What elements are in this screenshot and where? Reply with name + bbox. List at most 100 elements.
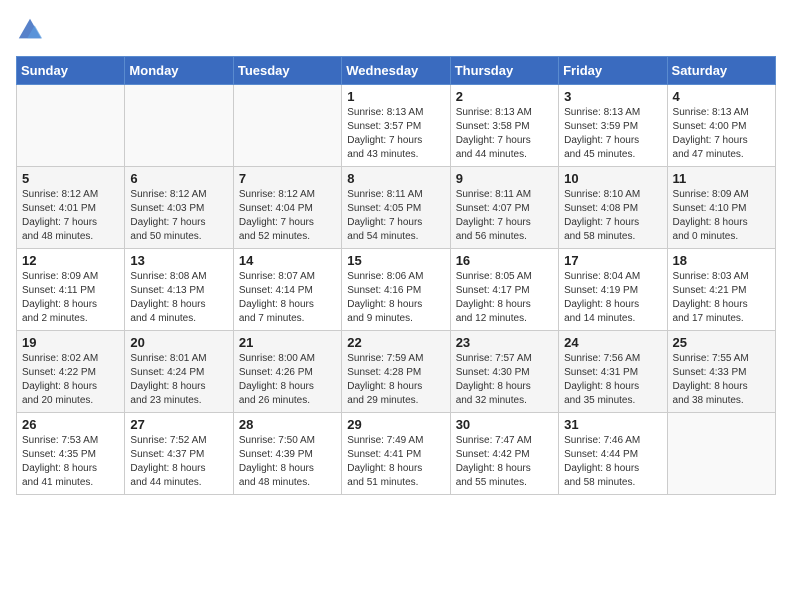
day-info: Sunrise: 7:46 AM Sunset: 4:44 PM Dayligh… [564, 434, 661, 490]
day-number: 19 [22, 335, 119, 350]
day-number: 13 [130, 253, 227, 268]
day-info: Sunrise: 7:57 AM Sunset: 4:30 PM Dayligh… [456, 352, 553, 408]
day-number: 8 [347, 171, 444, 186]
day-number: 7 [239, 171, 336, 186]
day-info: Sunrise: 8:13 AM Sunset: 3:58 PM Dayligh… [456, 106, 553, 162]
weekday-header-thursday: Thursday [450, 57, 558, 85]
calendar-cell: 15 Sunrise: 8:06 AM Sunset: 4:16 PM Dayli… [342, 249, 450, 331]
day-info: Sunrise: 8:01 AM Sunset: 4:24 PM Dayligh… [130, 352, 227, 408]
day-number: 22 [347, 335, 444, 350]
calendar-cell: 26 Sunrise: 7:53 AM Sunset: 4:35 PM Dayli… [17, 413, 125, 495]
calendar-cell [233, 85, 341, 167]
weekday-header-row: SundayMondayTuesdayWednesdayThursdayFrid… [17, 57, 776, 85]
day-info: Sunrise: 8:08 AM Sunset: 4:13 PM Dayligh… [130, 270, 227, 326]
day-info: Sunrise: 7:52 AM Sunset: 4:37 PM Dayligh… [130, 434, 227, 490]
calendar-cell [17, 85, 125, 167]
day-number: 12 [22, 253, 119, 268]
day-info: Sunrise: 7:49 AM Sunset: 4:41 PM Dayligh… [347, 434, 444, 490]
day-info: Sunrise: 8:03 AM Sunset: 4:21 PM Dayligh… [673, 270, 770, 326]
day-info: Sunrise: 7:59 AM Sunset: 4:28 PM Dayligh… [347, 352, 444, 408]
calendar-cell: 20Sunrise: 8:01 AM Sunset: 4:24 PM Dayli… [125, 331, 233, 413]
calendar-cell: 12 Sunrise: 8:09 AM Sunset: 4:11 PM Dayli… [17, 249, 125, 331]
day-info: Sunrise: 7:47 AM Sunset: 4:42 PM Dayligh… [456, 434, 553, 490]
day-number: 15 [347, 253, 444, 268]
day-number: 25 [673, 335, 770, 350]
day-info: Sunrise: 8:05 AM Sunset: 4:17 PM Dayligh… [456, 270, 553, 326]
weekday-header-sunday: Sunday [17, 57, 125, 85]
calendar-cell: 3Sunrise: 8:13 AM Sunset: 3:59 PM Daylig… [559, 85, 667, 167]
day-number: 26 [22, 417, 119, 432]
calendar-cell: 2 Sunrise: 8:13 AM Sunset: 3:58 PM Daylig… [450, 85, 558, 167]
calendar-cell: 23Sunrise: 7:57 AM Sunset: 4:30 PM Dayli… [450, 331, 558, 413]
day-number: 17 [564, 253, 661, 268]
day-number: 18 [673, 253, 770, 268]
week-row-2: 5 Sunrise: 8:12 AM Sunset: 4:01 PM Daylig… [17, 167, 776, 249]
week-row-5: 26 Sunrise: 7:53 AM Sunset: 4:35 PM Dayli… [17, 413, 776, 495]
calendar-cell: 19 Sunrise: 8:02 AM Sunset: 4:22 PM Dayli… [17, 331, 125, 413]
calendar-body: 1 Sunrise: 8:13 AM Sunset: 3:57 PM Daylig… [17, 85, 776, 495]
day-info: Sunrise: 8:12 AM Sunset: 4:01 PM Dayligh… [22, 188, 119, 244]
calendar-cell: 27 Sunrise: 7:52 AM Sunset: 4:37 PM Dayli… [125, 413, 233, 495]
calendar-cell: 17Sunrise: 8:04 AM Sunset: 4:19 PM Dayli… [559, 249, 667, 331]
calendar-cell: 24 Sunrise: 7:56 AM Sunset: 4:31 PM Dayli… [559, 331, 667, 413]
week-row-3: 12 Sunrise: 8:09 AM Sunset: 4:11 PM Dayli… [17, 249, 776, 331]
day-number: 2 [456, 89, 553, 104]
calendar-cell: 8 Sunrise: 8:11 AM Sunset: 4:05 PM Daylig… [342, 167, 450, 249]
day-number: 10 [564, 171, 661, 186]
weekday-header-saturday: Saturday [667, 57, 775, 85]
day-info: Sunrise: 8:11 AM Sunset: 4:05 PM Dayligh… [347, 188, 444, 244]
day-info: Sunrise: 8:12 AM Sunset: 4:03 PM Dayligh… [130, 188, 227, 244]
calendar: SundayMondayTuesdayWednesdayThursdayFrid… [16, 56, 776, 495]
day-info: Sunrise: 8:10 AM Sunset: 4:08 PM Dayligh… [564, 188, 661, 244]
day-info: Sunrise: 7:50 AM Sunset: 4:39 PM Dayligh… [239, 434, 336, 490]
logo [16, 16, 48, 44]
day-number: 3 [564, 89, 661, 104]
day-number: 16 [456, 253, 553, 268]
weekday-header-wednesday: Wednesday [342, 57, 450, 85]
weekday-header-monday: Monday [125, 57, 233, 85]
calendar-cell: 11 Sunrise: 8:09 AM Sunset: 4:10 PM Dayli… [667, 167, 775, 249]
day-info: Sunrise: 8:09 AM Sunset: 4:11 PM Dayligh… [22, 270, 119, 326]
calendar-cell: 9 Sunrise: 8:11 AM Sunset: 4:07 PM Daylig… [450, 167, 558, 249]
calendar-cell: 25 Sunrise: 7:55 AM Sunset: 4:33 PM Dayli… [667, 331, 775, 413]
day-number: 11 [673, 171, 770, 186]
calendar-cell: 31 Sunrise: 7:46 AM Sunset: 4:44 PM Dayli… [559, 413, 667, 495]
week-row-1: 1 Sunrise: 8:13 AM Sunset: 3:57 PM Daylig… [17, 85, 776, 167]
calendar-cell [125, 85, 233, 167]
day-info: Sunrise: 8:12 AM Sunset: 4:04 PM Dayligh… [239, 188, 336, 244]
day-info: Sunrise: 8:09 AM Sunset: 4:10 PM Dayligh… [673, 188, 770, 244]
calendar-cell: 30 Sunrise: 7:47 AM Sunset: 4:42 PM Dayli… [450, 413, 558, 495]
calendar-cell: 10 Sunrise: 8:10 AM Sunset: 4:08 PM Dayli… [559, 167, 667, 249]
day-info: Sunrise: 7:53 AM Sunset: 4:35 PM Dayligh… [22, 434, 119, 490]
calendar-cell: 5 Sunrise: 8:12 AM Sunset: 4:01 PM Daylig… [17, 167, 125, 249]
day-number: 21 [239, 335, 336, 350]
weekday-header-friday: Friday [559, 57, 667, 85]
calendar-cell: 14Sunrise: 8:07 AM Sunset: 4:14 PM Dayli… [233, 249, 341, 331]
day-number: 27 [130, 417, 227, 432]
day-info: Sunrise: 7:55 AM Sunset: 4:33 PM Dayligh… [673, 352, 770, 408]
day-info: Sunrise: 8:06 AM Sunset: 4:16 PM Dayligh… [347, 270, 444, 326]
day-info: Sunrise: 8:11 AM Sunset: 4:07 PM Dayligh… [456, 188, 553, 244]
calendar-cell: 7 Sunrise: 8:12 AM Sunset: 4:04 PM Daylig… [233, 167, 341, 249]
calendar-cell: 4Sunrise: 8:13 AM Sunset: 4:00 PM Daylig… [667, 85, 775, 167]
weekday-header-tuesday: Tuesday [233, 57, 341, 85]
day-info: Sunrise: 8:00 AM Sunset: 4:26 PM Dayligh… [239, 352, 336, 408]
logo-icon [16, 16, 44, 44]
day-number: 5 [22, 171, 119, 186]
day-number: 14 [239, 253, 336, 268]
day-number: 9 [456, 171, 553, 186]
calendar-cell [667, 413, 775, 495]
day-number: 30 [456, 417, 553, 432]
day-info: Sunrise: 8:13 AM Sunset: 4:00 PM Dayligh… [673, 106, 770, 162]
calendar-cell: 13 Sunrise: 8:08 AM Sunset: 4:13 PM Dayli… [125, 249, 233, 331]
calendar-cell: 16 Sunrise: 8:05 AM Sunset: 4:17 PM Dayli… [450, 249, 558, 331]
day-number: 6 [130, 171, 227, 186]
day-number: 24 [564, 335, 661, 350]
day-info: Sunrise: 8:13 AM Sunset: 3:57 PM Dayligh… [347, 106, 444, 162]
week-row-4: 19 Sunrise: 8:02 AM Sunset: 4:22 PM Dayli… [17, 331, 776, 413]
day-info: Sunrise: 7:56 AM Sunset: 4:31 PM Dayligh… [564, 352, 661, 408]
day-info: Sunrise: 8:02 AM Sunset: 4:22 PM Dayligh… [22, 352, 119, 408]
day-number: 1 [347, 89, 444, 104]
day-number: 31 [564, 417, 661, 432]
calendar-cell: 29Sunrise: 7:49 AM Sunset: 4:41 PM Dayli… [342, 413, 450, 495]
